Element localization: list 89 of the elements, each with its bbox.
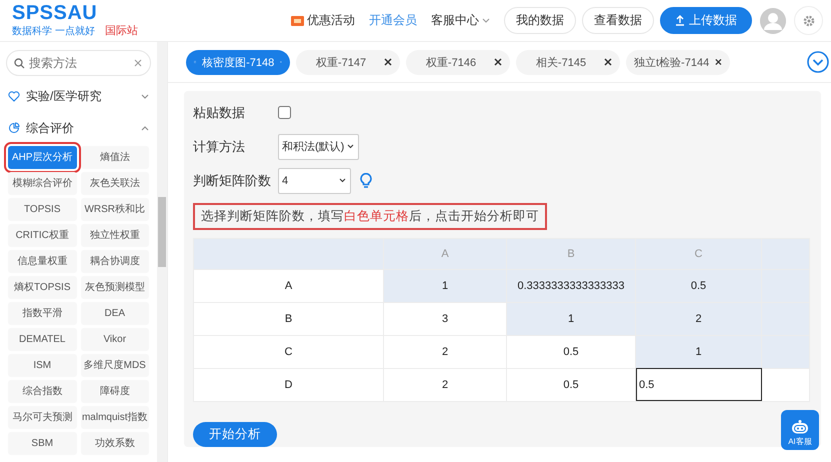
tagline: 数据科学 一点就好 xyxy=(12,24,95,38)
chevron-down-icon xyxy=(347,144,354,150)
method-item[interactable]: 熵值法 xyxy=(80,146,149,169)
cell-input[interactable]: 0.5 xyxy=(636,368,762,402)
method-item[interactable]: WRSR秩和比 xyxy=(80,198,149,221)
chevron-down-icon xyxy=(482,18,490,23)
scrollbar[interactable] xyxy=(157,42,167,462)
chevron-up-icon xyxy=(141,126,149,130)
method-item[interactable]: 模糊综合评价 xyxy=(8,172,76,195)
order-select[interactable]: 4 xyxy=(278,168,351,194)
row-header: C xyxy=(194,335,384,368)
table-cell[interactable]: 0.5 xyxy=(506,368,636,402)
promo-link[interactable]: 优惠活动 xyxy=(307,12,355,29)
method-item[interactable]: malmquist指数 xyxy=(80,406,149,429)
field-label: 计算方法 xyxy=(193,138,246,156)
method-item[interactable]: DEMATEL xyxy=(8,328,76,351)
ticket-icon xyxy=(291,16,304,26)
method-item[interactable]: 综合指数 xyxy=(8,380,76,403)
tab[interactable]: 相关-7145 xyxy=(516,50,620,74)
close-icon[interactable] xyxy=(715,58,722,66)
ai-assistant-button[interactable]: AI客服 xyxy=(781,410,819,450)
table-cell[interactable] xyxy=(762,368,810,402)
settings-button[interactable] xyxy=(794,6,823,35)
method-item[interactable]: 独立性权重 xyxy=(80,224,149,247)
method-item[interactable]: 信息量权重 xyxy=(8,250,76,273)
tab[interactable]: 权重-7146 xyxy=(406,50,510,74)
table-cell[interactable]: 3 xyxy=(384,302,506,336)
method-item[interactable]: AHP层次分析 xyxy=(8,146,76,169)
start-analysis-button[interactable]: 开始分析 xyxy=(193,422,277,448)
table-cell[interactable]: 2 xyxy=(384,368,506,402)
method-item[interactable]: 灰色预测模型 xyxy=(80,276,149,299)
site-label[interactable]: 国际站 xyxy=(104,23,138,38)
column-header: B xyxy=(506,238,636,270)
expand-icon[interactable] xyxy=(807,51,829,73)
table-cell: 1 xyxy=(506,302,636,336)
service-menu[interactable]: 客服中心 xyxy=(431,12,490,29)
method-item[interactable]: Vikor xyxy=(80,328,149,351)
logo-text: SPSSAU xyxy=(12,3,98,23)
method-item[interactable]: DEA xyxy=(80,302,149,325)
table-cell[interactable]: 2 xyxy=(384,335,506,368)
method-item[interactable]: 指数平滑 xyxy=(8,302,76,325)
close-icon[interactable] xyxy=(494,58,502,66)
upload-button[interactable]: 上传数据 xyxy=(660,7,752,34)
close-icon[interactable] xyxy=(384,58,392,66)
field-label: 粘贴数据 xyxy=(193,104,246,122)
clear-icon[interactable] xyxy=(134,59,142,67)
tab[interactable]: 权重-7147 xyxy=(296,50,400,74)
chevron-down-icon xyxy=(339,178,346,184)
method-item[interactable]: 马尔可夫预测 xyxy=(8,406,76,429)
robot-icon xyxy=(790,420,810,434)
method-item[interactable]: 多维尺度MDS xyxy=(80,354,149,377)
upload-icon xyxy=(675,15,685,26)
method-item[interactable]: 耦合协调度 xyxy=(80,250,149,273)
method-item[interactable]: 灰色关联法 xyxy=(80,172,149,195)
method-item[interactable]: SBM xyxy=(8,432,76,455)
row-header: B xyxy=(194,302,384,336)
table-cell[interactable]: 0.5 xyxy=(506,335,636,368)
method-item[interactable]: 障碍度 xyxy=(80,380,149,403)
method-item[interactable]: ISM xyxy=(8,354,76,377)
column-header: C xyxy=(636,238,762,270)
settings-icon xyxy=(802,14,814,26)
column-header: A xyxy=(384,238,506,270)
method-item[interactable]: CRITIC权重 xyxy=(8,224,76,247)
tab[interactable]: 核密度图-7148 xyxy=(186,50,290,74)
row-header: D xyxy=(194,368,384,402)
category-header[interactable]: 综合评价 xyxy=(6,112,151,144)
method-item[interactable]: 功效系数 xyxy=(80,432,149,455)
method-item[interactable]: 熵权TOPSIS xyxy=(8,276,76,299)
instruction-text: 选择判断矩阵阶数，填写白色单元格后，点击开始分析即可 xyxy=(193,202,547,230)
heart-icon xyxy=(8,90,20,102)
method-item[interactable]: TOPSIS xyxy=(8,198,76,221)
field-label: 判断矩阵阶数 xyxy=(193,172,272,190)
search-field[interactable]: 搜索方法 xyxy=(6,50,151,76)
table-cell: 2 xyxy=(636,302,762,336)
table-cell: 1 xyxy=(384,269,506,302)
close-icon[interactable] xyxy=(604,58,612,66)
row-header: A xyxy=(194,269,384,302)
tab[interactable]: 独立t检验-7144 xyxy=(626,50,730,74)
table-cell: 0.3333333333333333 xyxy=(506,269,636,302)
table-cell: 1 xyxy=(636,335,762,368)
data-button[interactable]: 我的数据 xyxy=(504,7,576,34)
data-button[interactable]: 查看数据 xyxy=(582,7,654,34)
table-cell: 0.5 xyxy=(636,269,762,302)
lightbulb-icon[interactable] xyxy=(360,172,372,189)
chevron-down-icon xyxy=(141,94,149,98)
paste-checkbox[interactable] xyxy=(278,106,291,120)
category-header[interactable]: 实验/医学研究 xyxy=(6,80,151,112)
method-select[interactable]: 和积法(默认) xyxy=(278,134,360,160)
pie-chart-icon xyxy=(8,122,20,134)
